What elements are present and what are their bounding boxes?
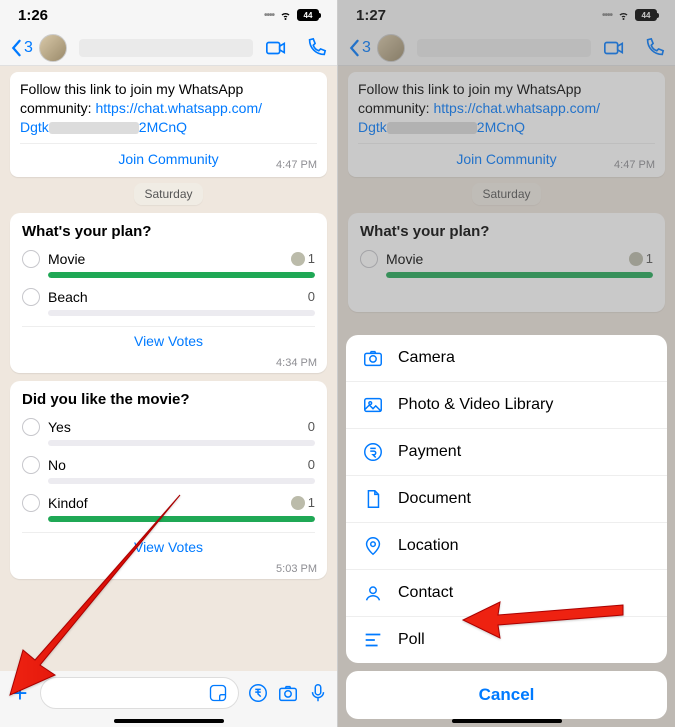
chevron-left-icon [10,39,22,57]
chat-area: Follow this link to join my WhatsApp com… [0,66,337,684]
poll-time: 4:34 PM [276,357,317,369]
cell-signal-icon: •••• [264,10,274,21]
menu-poll[interactable]: Poll [346,617,667,663]
payment-icon[interactable] [247,682,269,704]
voice-call-icon[interactable] [305,37,327,59]
poll-question: Did you like the movie? [22,391,315,408]
video-call-icon[interactable] [265,37,287,59]
home-indicator [452,719,562,723]
document-icon [362,488,384,510]
rupee-icon [362,441,384,463]
menu-photo-library[interactable]: Photo & Video Library [346,382,667,429]
poll-question: What's your plan? [22,223,315,240]
menu-payment[interactable]: Payment [346,429,667,476]
camera-icon [362,347,384,369]
radio-icon[interactable] [22,456,40,474]
contact-icon [362,582,384,604]
message-bubble[interactable]: Follow this link to join my WhatsApp com… [10,72,327,177]
sticker-icon[interactable] [208,683,228,703]
view-votes-button[interactable]: View Votes [22,326,315,349]
back-count: 3 [24,39,33,57]
poll-option[interactable]: Kindof 1 [22,494,315,512]
home-indicator [114,719,224,723]
radio-icon[interactable] [22,418,40,436]
camera-icon[interactable] [277,682,299,704]
msg-link2b[interactable]: 2MCnQ [139,119,187,135]
radio-icon[interactable] [22,494,40,512]
poll-option[interactable]: Beach 0 [22,288,315,306]
join-community-button[interactable]: Join Community [20,143,317,169]
msg-time: 4:47 PM [276,158,317,173]
wifi-icon [278,9,293,21]
battery-icon: 44 [297,9,319,21]
redacted [49,122,139,134]
location-icon [362,535,384,557]
msg-link[interactable]: https://chat.whatsapp.com/ [95,100,262,116]
voter-avatar [291,496,305,510]
attach-button[interactable]: + [8,678,32,709]
status-time: 1:26 [18,7,48,24]
menu-location[interactable]: Location [346,523,667,570]
attachment-sheet: Camera Photo & Video Library Payment Doc… [346,335,667,719]
menu-contact[interactable]: Contact [346,570,667,617]
date-chip: Saturday [10,185,327,203]
poll-option[interactable]: Movie 1 [22,250,315,268]
poll-icon [362,629,384,651]
poll-card-1[interactable]: What's your plan? Movie 1 Beach 0 4:34 P… [10,213,327,373]
menu-document[interactable]: Document [346,476,667,523]
mic-icon[interactable] [307,682,329,704]
back-button[interactable]: 3 [10,39,33,57]
view-votes-button[interactable]: View Votes [22,532,315,555]
message-input[interactable] [40,677,239,709]
poll-option[interactable]: Yes 0 [22,418,315,436]
voter-avatar [291,252,305,266]
nav-bar: 3 [0,30,337,66]
poll-option[interactable]: No 0 [22,456,315,474]
radio-icon[interactable] [22,250,40,268]
msg-link2a[interactable]: Dgtk [20,119,49,135]
photo-icon [362,394,384,416]
poll-time: 5:03 PM [276,563,317,575]
cancel-button[interactable]: Cancel [346,671,667,719]
chat-title[interactable] [79,39,253,57]
poll-card-2[interactable]: Did you like the movie? Yes 0 No 0 Kindo… [10,381,327,579]
radio-icon[interactable] [22,288,40,306]
chat-avatar[interactable] [39,34,67,62]
status-bar: 1:26 •••• 44 [0,0,337,30]
menu-camera[interactable]: Camera [346,335,667,382]
